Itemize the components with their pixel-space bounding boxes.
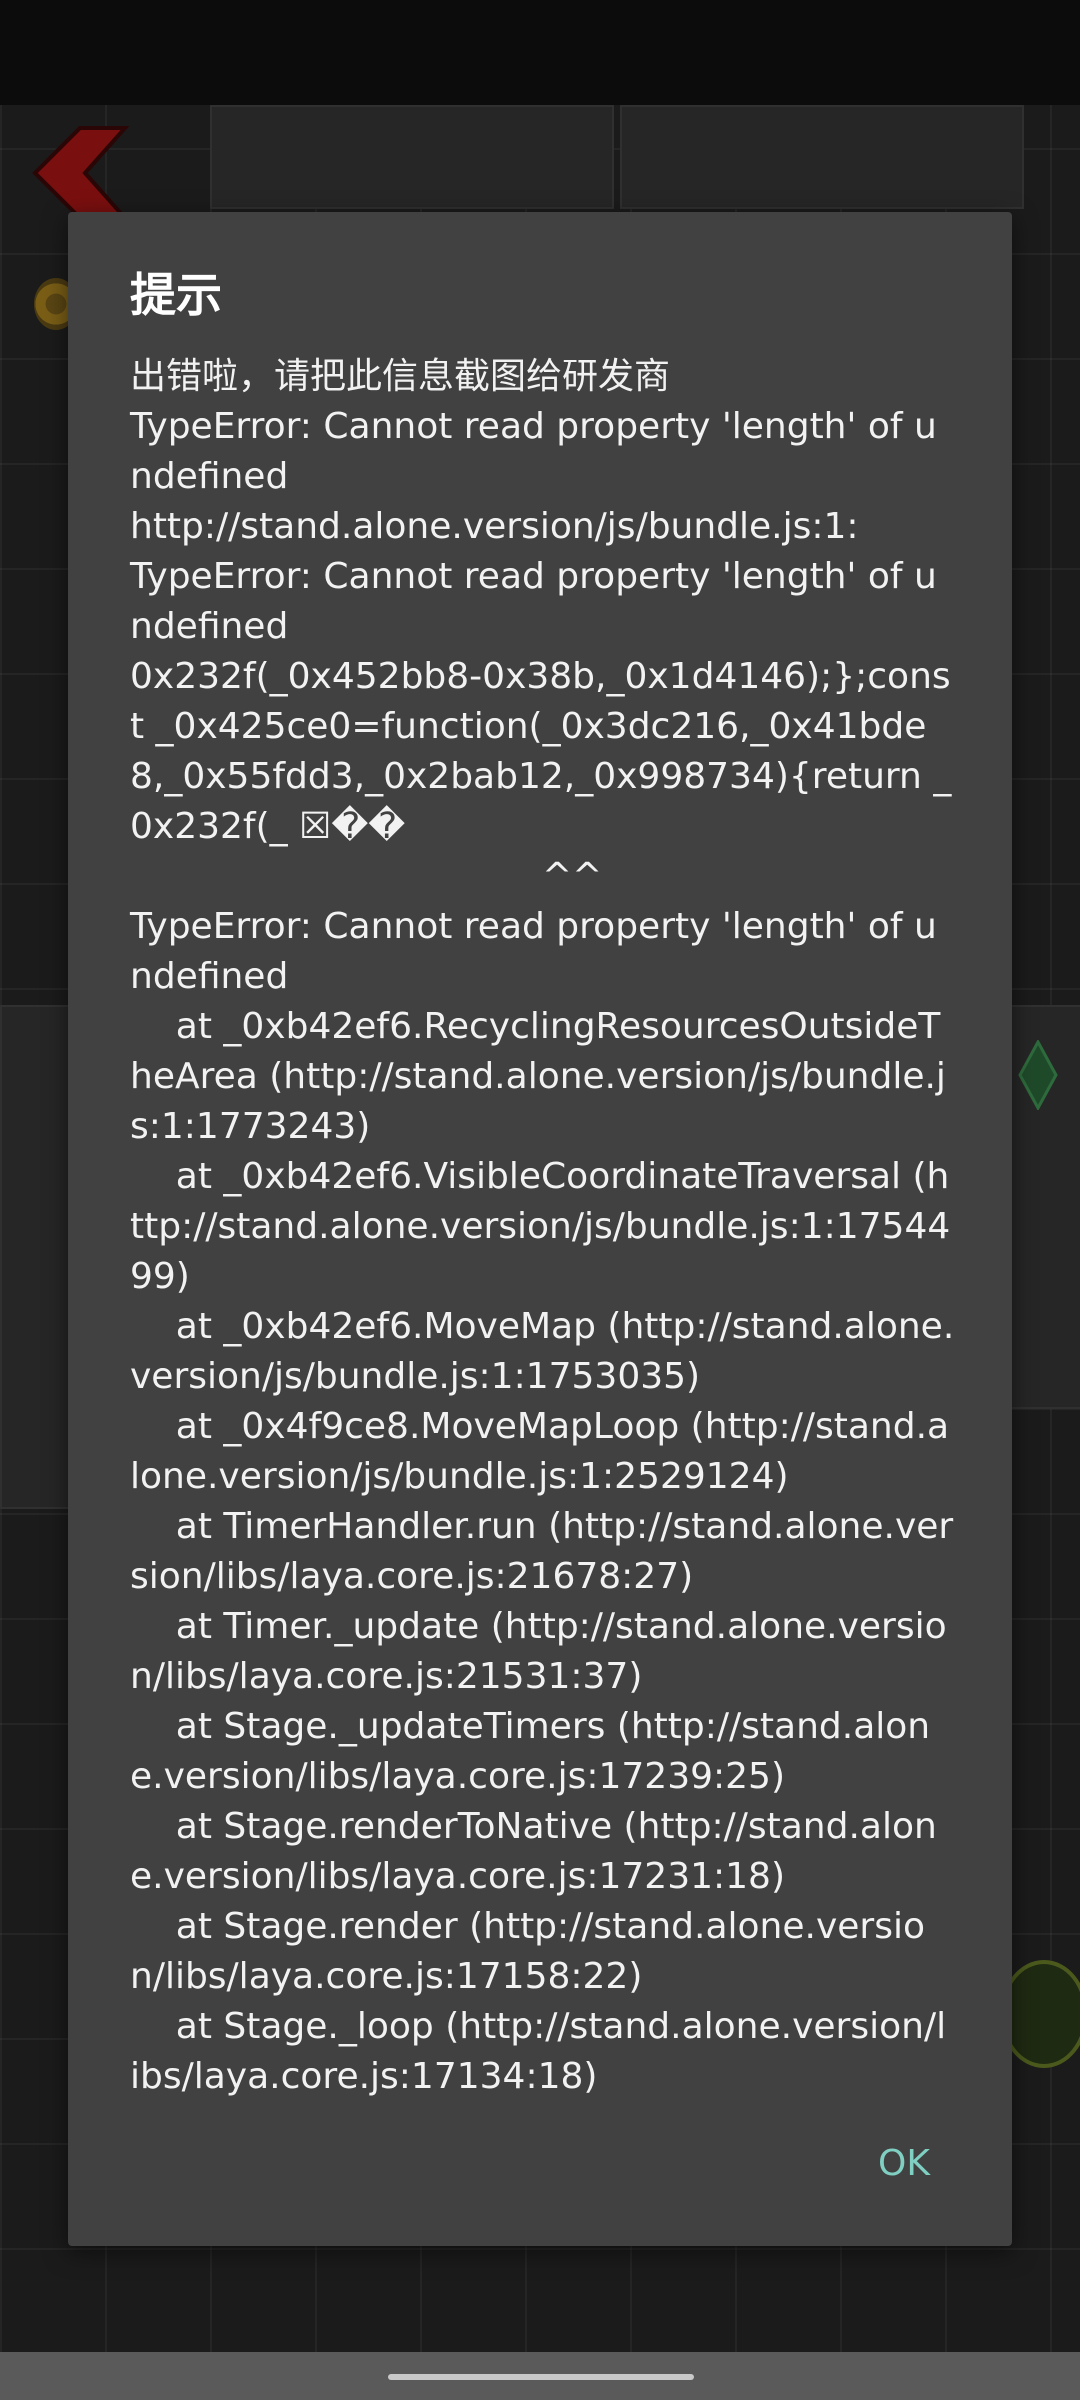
error-message-line: at Stage._updateTimers (http://stand.alo… xyxy=(130,1706,931,1797)
navigation-bar xyxy=(0,2352,1080,2400)
home-indicator[interactable] xyxy=(388,2374,694,2380)
error-message-line: at _0x4f9ce8.MoveMapLoop (http://stand.a… xyxy=(130,1406,950,1497)
error-message-line: http://stand.alone.version/js/bundle.js:… xyxy=(130,506,859,547)
error-message-line: at _0xb42ef6.VisibleCoordinateTraversal … xyxy=(130,1156,951,1297)
error-message-line: at TimerHandler.run (http://stand.alone.… xyxy=(130,1506,954,1597)
map-tile xyxy=(620,105,1024,209)
dialog-title: 提示 xyxy=(130,268,222,322)
gem-icon xyxy=(1018,1040,1058,1110)
screen: 提示 出错啦，请把此信息截图给研发商 TypeError: Cannot read… xyxy=(0,0,1080,2400)
map-tile xyxy=(210,105,614,209)
error-message: 出错啦，请把此信息截图给研发商 TypeError: Cannot read pr… xyxy=(130,352,956,2102)
error-message-line: 出错啦，请把此信息截图给研发商 xyxy=(130,356,671,397)
error-message-line: at Stage.render (http://stand.alone.vers… xyxy=(130,1906,925,1997)
error-message-line: at _0xb42ef6.RecyclingResourcesOutsideTh… xyxy=(130,1006,946,1147)
error-message-line: 0x232f(_0x452bb8-0x38b,_0x1d4146);};cons… xyxy=(130,656,952,847)
side-action-button xyxy=(1000,1960,1080,2068)
error-message-line: TypeError: Cannot read property 'length'… xyxy=(130,906,937,997)
error-message-line: at Timer._update (http://stand.alone.ver… xyxy=(130,1606,947,1697)
error-message-line: at Stage.renderToNative (http://stand.al… xyxy=(130,1806,937,1897)
ok-button[interactable]: OK xyxy=(870,2135,938,2192)
error-message-line: TypeError: Cannot read property 'length'… xyxy=(130,556,937,647)
error-dialog: 提示 出错啦，请把此信息截图给研发商 TypeError: Cannot read… xyxy=(68,212,1012,2246)
error-message-line: TypeError: Cannot read property 'length'… xyxy=(130,406,937,497)
error-message-line: ^^ xyxy=(130,856,603,897)
error-message-line: at _0xb42ef6.MoveMap (http://stand.alone… xyxy=(130,1306,955,1397)
error-message-line: at Stage._loop (http://stand.alone.versi… xyxy=(130,2006,947,2097)
